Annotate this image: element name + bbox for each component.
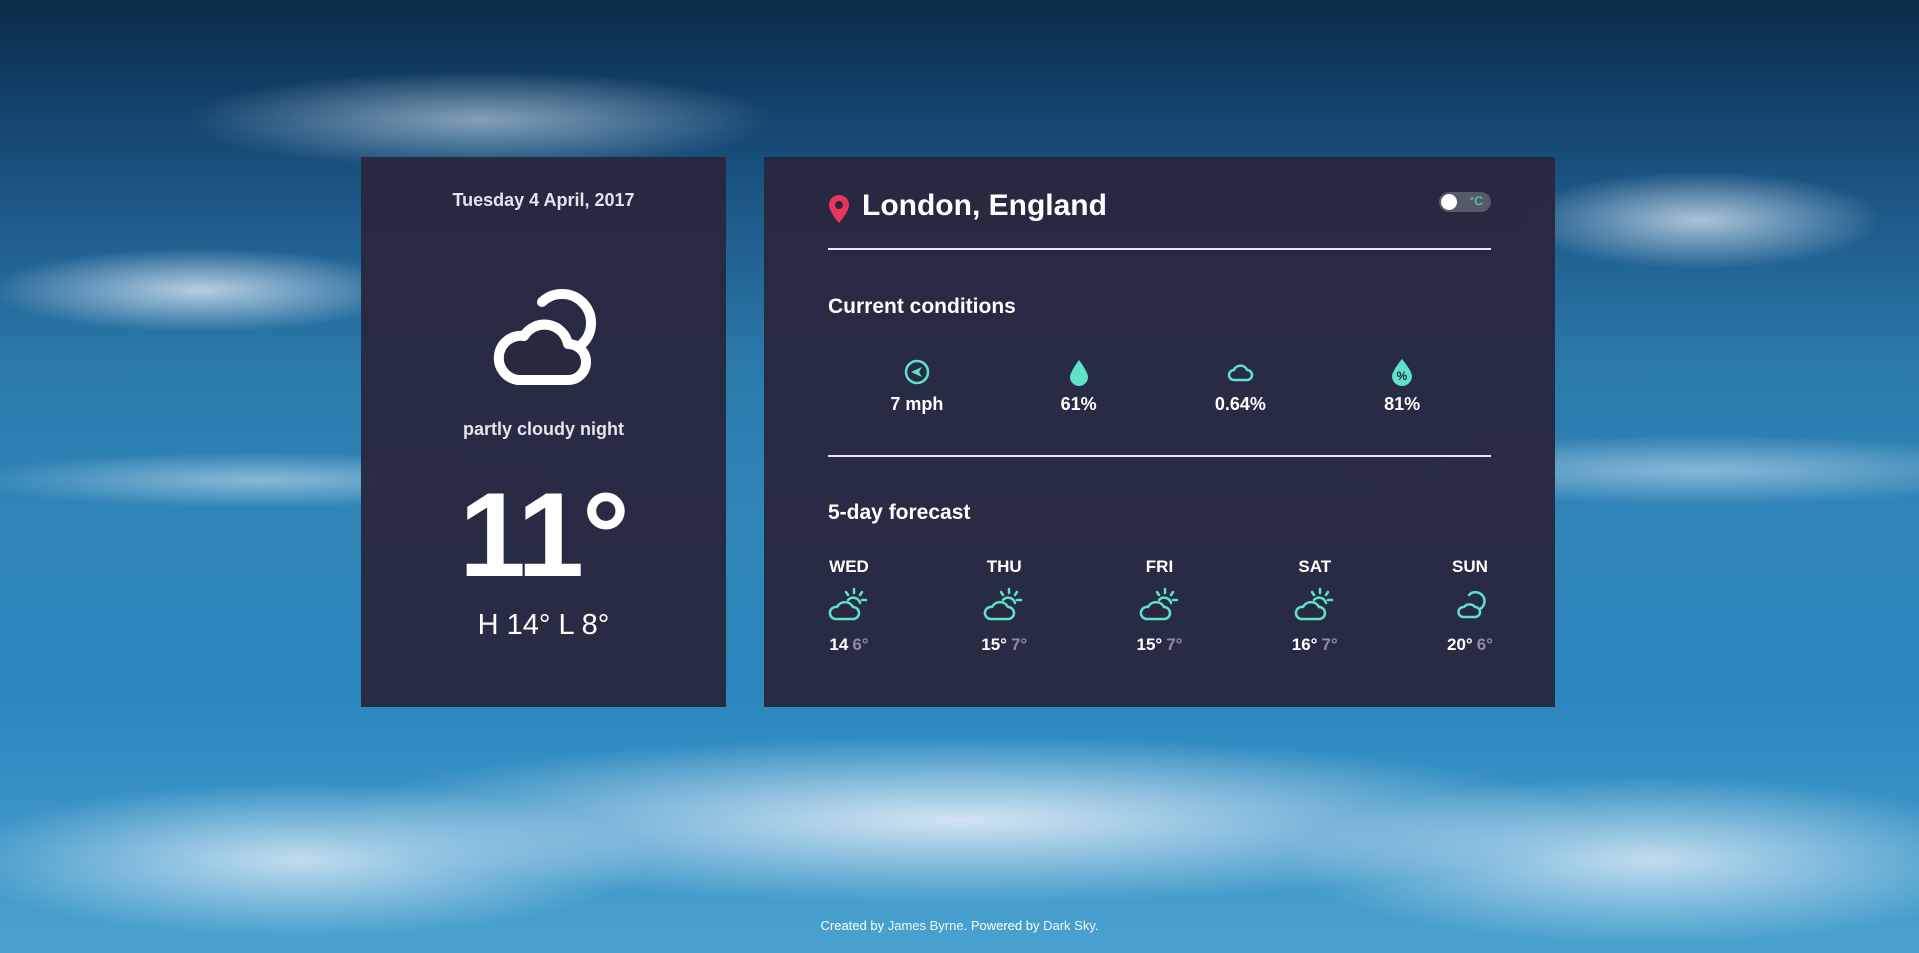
humidity-icon: % xyxy=(1392,359,1413,386)
forecast-day: SAT 16° 7° xyxy=(1270,557,1360,655)
condition-wind: 7 mph xyxy=(857,358,977,415)
forecast-section: 5-day forecast WED 14 6° THU 15° 7° FRI … xyxy=(828,457,1493,697)
day-low: 6° xyxy=(1476,635,1493,654)
footer-suffix: . xyxy=(1094,918,1099,933)
forecast-day: SUN 20° 6° xyxy=(1425,557,1515,655)
partly-cloudy-night-icon xyxy=(493,289,596,385)
forecast-day: FRI 15° 7° xyxy=(1115,557,1205,655)
location-header: London, England °C xyxy=(828,157,1491,250)
current-conditions-title: Current conditions xyxy=(828,295,1016,318)
footer-powered-prefix: . Powered by xyxy=(963,918,1040,933)
cloud-icon xyxy=(1228,364,1254,382)
day-name: SAT xyxy=(1298,557,1332,576)
raindrop-icon xyxy=(1069,360,1088,386)
toggle-knob xyxy=(1441,194,1457,210)
day-high: 16° xyxy=(1291,635,1318,654)
author-link[interactable]: James Byrne xyxy=(888,918,964,933)
condition-precipitation: 61% xyxy=(1019,358,1139,415)
cloud-cover-value: 0.64% xyxy=(1214,394,1266,414)
wind-value: 7 mph xyxy=(890,394,944,414)
day-high: 14 xyxy=(829,635,849,654)
partly-cloudy-day-icon xyxy=(983,587,1023,621)
day-high: 20° xyxy=(1447,635,1473,654)
high-low-temperature: H 14° L 8° xyxy=(477,609,610,641)
day-high: 15° xyxy=(1136,635,1163,654)
details-card: London, England °C Current conditions 7 … xyxy=(764,157,1555,707)
footer-created-prefix: Created by xyxy=(820,918,885,933)
partly-cloudy-night-icon xyxy=(1457,590,1486,619)
forecast-title: 5-day forecast xyxy=(828,501,971,524)
svg-text:%: % xyxy=(1397,369,1408,383)
day-name: WED xyxy=(829,557,869,576)
day-name: SUN xyxy=(1452,557,1488,576)
precipitation-value: 61% xyxy=(1060,394,1097,414)
condition-humidity: % 81% xyxy=(1342,358,1462,415)
provider-link[interactable]: Dark Sky xyxy=(1043,918,1095,933)
current-date: Tuesday 4 April, 2017 xyxy=(452,190,635,210)
footer: Created by James Byrne. Powered by Dark … xyxy=(0,918,1919,933)
partly-cloudy-day-icon xyxy=(828,587,868,621)
condition-cloud-cover: 0.64% xyxy=(1180,358,1300,415)
location-name: London, England xyxy=(862,189,1107,222)
day-high: 15° xyxy=(981,635,1007,654)
unit-toggle[interactable]: °C xyxy=(1439,192,1491,212)
humidity-value: 81% xyxy=(1384,394,1421,414)
day-name: THU xyxy=(986,557,1022,576)
day-low: 6° xyxy=(852,635,869,654)
day-low: 7° xyxy=(1166,635,1183,654)
day-low: 7° xyxy=(1321,635,1338,654)
unit-label: °C xyxy=(1469,194,1483,208)
day-name: FRI xyxy=(1145,557,1174,576)
forecast-day: THU 15° 7° xyxy=(959,557,1049,655)
forecast-day: WED 14 6° xyxy=(804,557,894,655)
weather-summary: partly cloudy night xyxy=(462,419,624,439)
wind-icon xyxy=(904,359,930,385)
current-conditions-section: Current conditions 7 mph 61% 0.64% % 81% xyxy=(828,250,1491,457)
partly-cloudy-day-icon xyxy=(1294,587,1333,621)
current-temperature: 11° xyxy=(459,468,630,602)
location-pin-icon xyxy=(829,195,849,223)
day-low: 7° xyxy=(1010,635,1028,654)
current-weather-card: Tuesday 4 April, 2017 partly cloudy nigh… xyxy=(361,157,726,707)
partly-cloudy-day-icon xyxy=(1139,587,1178,621)
